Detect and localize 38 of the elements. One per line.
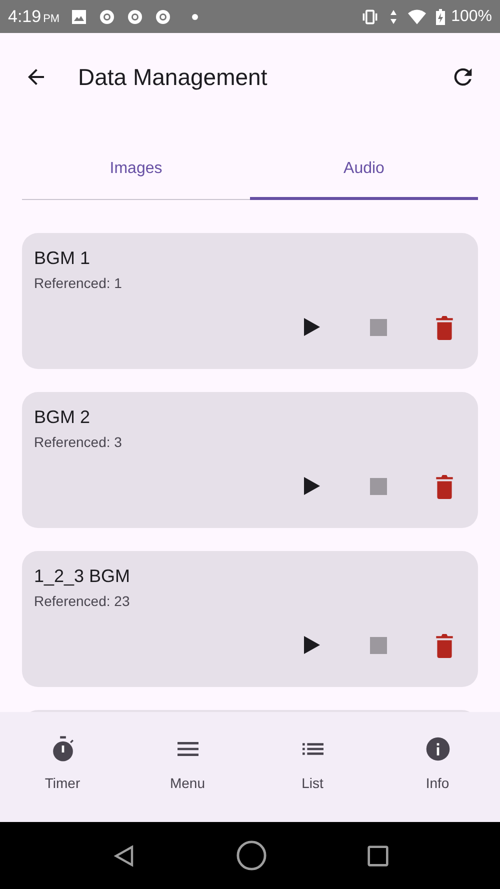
data-arrows-icon xyxy=(389,8,398,24)
clock-period: PM xyxy=(43,12,60,24)
audio-name: BGM 2 xyxy=(34,407,90,428)
nav-item[interactable]: Menu xyxy=(125,712,250,822)
recents-square-icon[interactable] xyxy=(366,844,388,866)
wifi-icon xyxy=(408,8,426,24)
clock-time: 4:19 xyxy=(8,6,42,26)
notification-dot-icon xyxy=(192,14,198,20)
vibrate-icon xyxy=(361,8,380,24)
trash-icon xyxy=(434,474,454,498)
stop-icon xyxy=(370,636,386,654)
back-triangle-icon[interactable] xyxy=(112,844,136,868)
chrome-icon xyxy=(154,8,172,24)
trash-icon xyxy=(434,314,454,340)
chrome-icon xyxy=(98,8,116,24)
audio-name: BGM 1 xyxy=(34,248,90,269)
play-icon xyxy=(304,318,320,336)
info-icon xyxy=(424,735,452,763)
reference-count: Referenced: 3 xyxy=(34,434,122,450)
play-icon xyxy=(304,477,320,495)
reference-count: Referenced: 23 xyxy=(34,593,130,609)
tab[interactable]: Audio xyxy=(250,138,478,200)
nav-item[interactable]: Timer xyxy=(0,712,125,822)
screen-title: Data Management xyxy=(78,64,268,90)
battery-icon xyxy=(436,8,446,24)
tab[interactable]: Images xyxy=(22,138,250,200)
reference-count: Referenced: 1 xyxy=(34,275,122,291)
stop-icon xyxy=(370,478,386,494)
nav-item[interactable]: Info xyxy=(375,712,500,822)
play-icon xyxy=(304,636,320,654)
nav-item[interactable]: List xyxy=(250,712,375,822)
chrome-icon xyxy=(126,8,144,24)
image-icon xyxy=(70,8,88,24)
trash-icon xyxy=(434,632,454,658)
battery-percent: 100% xyxy=(451,8,492,26)
audio-name: 1_2_3 BGM xyxy=(34,566,130,587)
home-circle-icon[interactable] xyxy=(236,840,266,871)
stop-icon xyxy=(370,318,386,336)
